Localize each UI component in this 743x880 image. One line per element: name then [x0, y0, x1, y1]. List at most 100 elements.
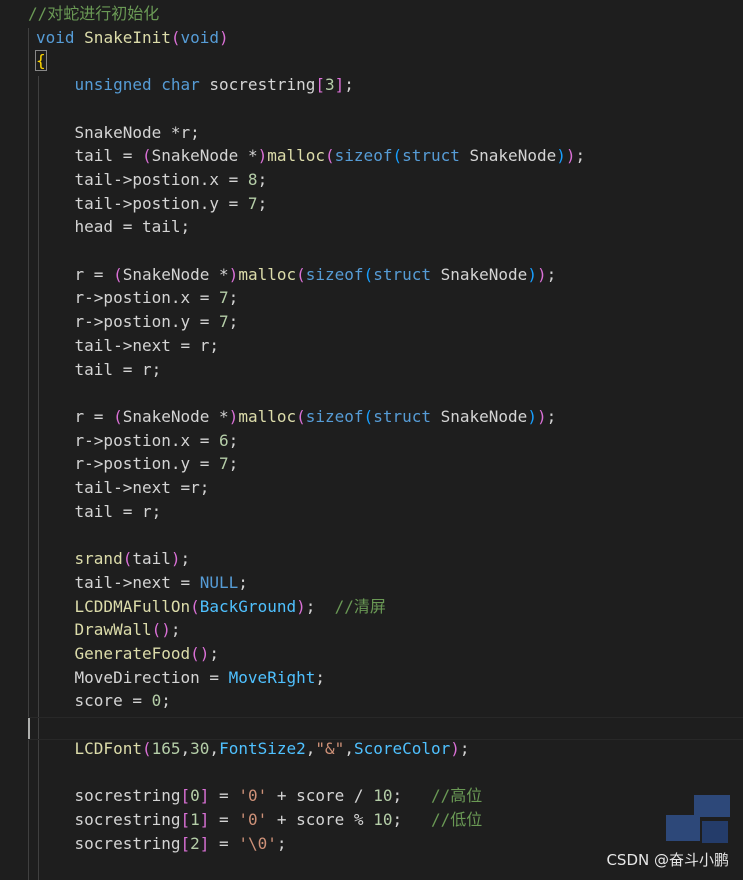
code-token-plain: ,	[305, 738, 316, 758]
code-token-comment: //清屏	[334, 596, 386, 616]
code-token-plain: ;	[257, 193, 268, 213]
code-token-plain: tail->postion.x =	[36, 169, 248, 189]
code-token-plain: ;	[238, 572, 248, 592]
code-token-brace: {	[35, 50, 47, 72]
code-line[interactable]: socrestring[1] = '0' + score % 10; //低位	[36, 808, 743, 832]
code-token-paren2: (	[363, 406, 374, 426]
code-token-plain: tail = r;	[36, 501, 162, 521]
code-token-func: LCDFont	[74, 738, 142, 758]
code-line[interactable]: tail->next = r;	[36, 334, 743, 358]
code-token-number: 6	[219, 430, 229, 450]
code-token-plain: tail->next =	[36, 572, 200, 592]
code-line[interactable]: unsigned char socrestring[3];	[36, 73, 743, 97]
code-line[interactable]	[36, 239, 743, 263]
code-line[interactable]: MoveDirection = MoveRight;	[36, 666, 743, 690]
code-token-func: malloc	[238, 264, 297, 284]
code-line[interactable]: tail->next =r;	[36, 476, 743, 500]
code-editor[interactable]: //对蛇进行初始化 void SnakeInit(void){ unsigned …	[0, 0, 743, 880]
code-line[interactable]	[36, 523, 743, 547]
code-token-plain: r->postion.y =	[36, 454, 220, 474]
code-line[interactable]: tail = r;	[36, 500, 743, 524]
code-token-plain: r =	[36, 264, 114, 284]
code-line[interactable]: r = (SnakeNode *)malloc(sizeof(struct Sn…	[36, 263, 743, 287]
code-token-paren1: )	[536, 406, 547, 426]
code-token-paren1: )	[450, 738, 460, 758]
code-line[interactable]: LCDDMAFullOn(BackGround); //清屏	[36, 595, 743, 619]
code-token-paren2: )	[556, 146, 566, 166]
code-token-paren1: (	[296, 264, 306, 284]
code-token-plain: + score /	[267, 786, 374, 806]
code-token-plain: ;	[170, 620, 181, 640]
code-line[interactable]: LCDFont(165,30,FontSize2,"&",ScoreColor)…	[36, 737, 743, 761]
code-line[interactable]: tail->next = NULL;	[36, 571, 743, 595]
code-token-paren2: )	[527, 264, 537, 284]
code-line[interactable]: head = tail;	[36, 215, 743, 239]
code-line[interactable]	[36, 713, 743, 737]
code-token-plain: socrestring	[36, 809, 181, 829]
code-token-plain: tail	[132, 549, 171, 569]
code-line[interactable]: tail = r;	[36, 358, 743, 382]
code-token-paren2: (	[363, 264, 374, 284]
code-token-plain: =	[209, 786, 239, 806]
code-token-plain: ;	[228, 430, 239, 450]
code-token-plain: ;	[276, 833, 287, 853]
code-token-number: 1	[190, 809, 200, 829]
code-token-macro: FontSize2	[219, 738, 306, 758]
code-line[interactable]: r->postion.x = 6;	[36, 429, 743, 453]
code-token-paren1: (	[141, 738, 152, 758]
code-token-plain: score =	[36, 691, 152, 711]
code-line[interactable]: r->postion.y = 7;	[36, 452, 743, 476]
code-line[interactable]: DrawWall();	[36, 618, 743, 642]
code-token-paren1: [	[180, 809, 191, 829]
code-token-number: 7	[247, 193, 258, 213]
code-token-plain: SnakeNode	[430, 406, 528, 426]
text-caret	[28, 718, 30, 739]
code-token-plain: ;	[305, 596, 335, 616]
code-token-plain: r->postion.x =	[36, 430, 220, 450]
code-line[interactable]: SnakeNode *r;	[36, 121, 743, 145]
code-line[interactable]: void SnakeInit(void)	[36, 26, 743, 50]
code-token-number: 7	[219, 288, 229, 308]
code-line[interactable]: socrestring[0] = '0' + score / 10; //高位	[36, 784, 743, 808]
code-token-macro: BackGround	[199, 596, 297, 616]
code-line[interactable]: tail->postion.y = 7;	[36, 192, 743, 216]
code-token-plain: ;	[392, 809, 431, 829]
code-line[interactable]: r->postion.y = 7;	[36, 310, 743, 334]
code-line[interactable]: //对蛇进行初始化	[28, 2, 743, 26]
code-token-plain: socrestring	[36, 833, 181, 853]
code-line[interactable]: r->postion.x = 7;	[36, 286, 743, 310]
code-token-plain: r->postion.x =	[36, 288, 220, 308]
code-token-plain: ;	[315, 667, 325, 687]
code-line[interactable]: srand(tail);	[36, 547, 743, 571]
code-token-plain: ;	[546, 406, 557, 426]
code-token-plain: head = tail;	[36, 217, 191, 237]
code-line[interactable]: {	[35, 49, 743, 73]
code-token-paren1: ]	[334, 75, 345, 95]
code-token-number: 10	[373, 809, 393, 829]
code-line[interactable]: score = 0;	[36, 689, 743, 713]
code-token-func: srand	[74, 549, 123, 569]
code-token-paren1: )	[565, 146, 576, 166]
code-line[interactable]: tail = (SnakeNode *)malloc(sizeof(struct…	[36, 144, 743, 168]
code-line[interactable]	[36, 760, 743, 784]
code-token-keyword: char	[161, 75, 200, 95]
code-token-keyword: sizeof	[305, 406, 364, 426]
code-token-plain: ;	[546, 264, 557, 284]
code-line[interactable]: GenerateFood();	[36, 642, 743, 666]
csdn-logo-icon	[666, 795, 730, 843]
code-token-keyword: void	[180, 27, 220, 47]
code-token-paren1: (	[296, 406, 306, 426]
code-line[interactable]: r = (SnakeNode *)malloc(sizeof(struct Sn…	[36, 405, 743, 429]
code-token-number: 3	[325, 75, 335, 95]
code-token-paren1: ()	[190, 643, 210, 663]
code-token-number: 0	[190, 786, 200, 806]
code-token-plain: SnakeNode	[430, 264, 528, 284]
code-line[interactable]	[36, 381, 743, 405]
code-line[interactable]	[36, 97, 743, 121]
code-line[interactable]: tail->postion.x = 8;	[36, 168, 743, 192]
